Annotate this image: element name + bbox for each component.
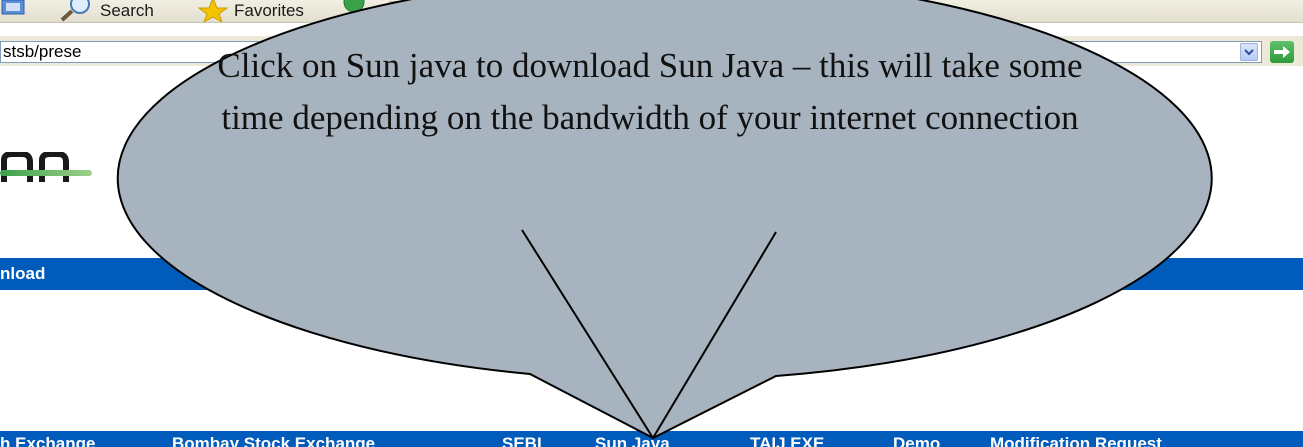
site-logo-underline xyxy=(0,170,92,176)
section-header-bar xyxy=(0,258,1303,290)
browser-window: Search Favorites stsb/prese nload h Exch… xyxy=(0,0,1303,447)
favorites-star-icon xyxy=(197,0,229,24)
nav-link-demo[interactable]: Demo xyxy=(893,435,940,447)
address-url-text: stsb/prese xyxy=(3,42,82,61)
nav-link-sun-java[interactable]: Sun Java xyxy=(595,435,670,447)
section-header-title: nload xyxy=(0,264,46,283)
favorites-button[interactable]: Favorites xyxy=(197,0,304,24)
browser-toolbar: Search Favorites xyxy=(0,0,1303,24)
address-dropdown-button[interactable] xyxy=(1240,43,1258,61)
nav-link-taij-exe[interactable]: TAIJ EXE xyxy=(750,435,824,447)
home-icon[interactable] xyxy=(0,0,28,16)
search-label: Search xyxy=(100,1,154,20)
nav-link-sebi[interactable]: SEBI xyxy=(502,435,542,447)
site-logo-fragment xyxy=(0,151,92,182)
nav-link-bombay-stock-exchange[interactable]: Bombay Stock Exchange xyxy=(172,435,375,447)
go-arrow-icon xyxy=(1274,46,1290,58)
media-icon[interactable] xyxy=(340,0,380,14)
search-icon xyxy=(56,0,94,22)
go-button[interactable] xyxy=(1270,41,1294,63)
dropdown-arrow-icon xyxy=(1244,49,1254,56)
search-button[interactable]: Search xyxy=(56,0,154,22)
callout-text: Click on Sun java to download Sun Java –… xyxy=(217,46,1083,137)
history-icon[interactable] xyxy=(388,0,418,12)
nav-link-modification-request[interactable]: Modification Request xyxy=(990,435,1162,447)
nav-link-exchange[interactable]: h Exchange xyxy=(0,435,95,447)
favorites-label: Favorites xyxy=(234,1,304,20)
